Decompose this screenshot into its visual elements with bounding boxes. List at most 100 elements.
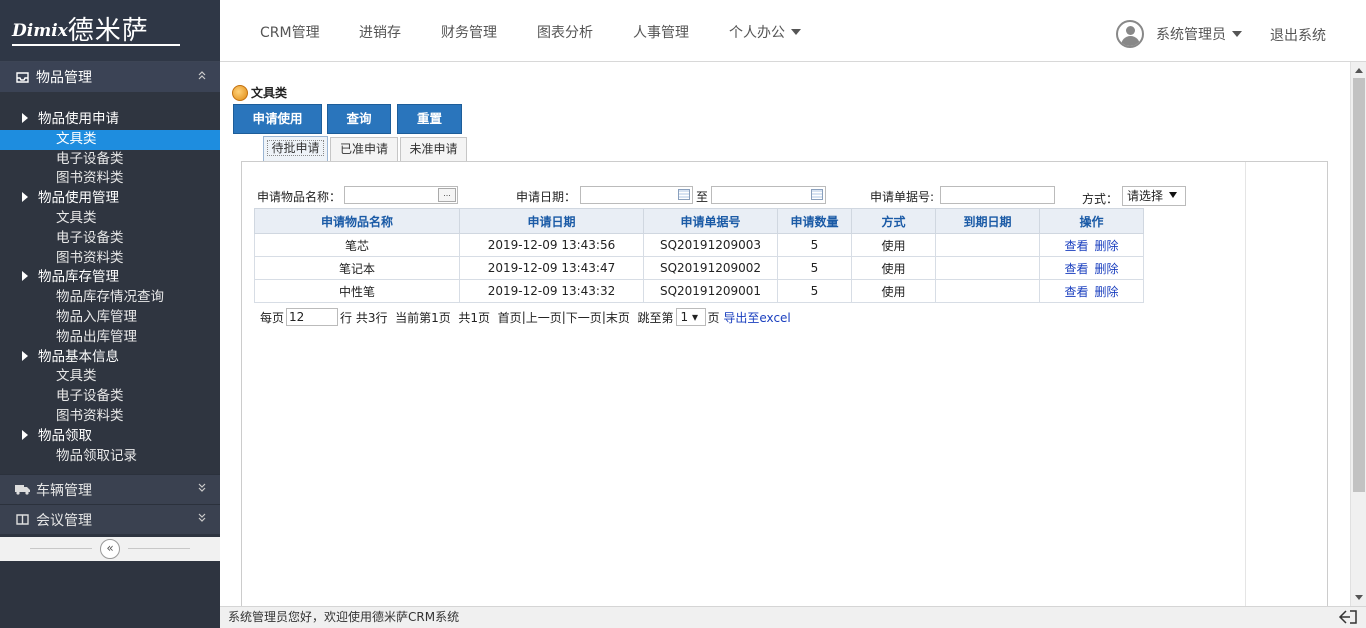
scroll-down-icon[interactable] [1355,595,1363,600]
divider [1245,162,1246,610]
nav-personal-office[interactable]: 个人办公 [729,22,801,42]
tree-group-label: 物品库存管理 [38,269,119,286]
user-name: 系统管理员 [1156,27,1226,43]
reset-button[interactable]: 重置 [397,104,462,134]
cell-doc-no: SQ20191209001 [643,279,778,303]
doc-no-input[interactable] [940,186,1055,204]
tab-pending[interactable]: 待批申请 [263,136,328,162]
menu-header-vehicles[interactable]: 车辆管理 [0,474,220,505]
scroll-up-icon[interactable] [1355,68,1363,73]
view-link[interactable]: 查看 [1064,239,1088,253]
next-page-link[interactable]: 下一页 [566,309,602,326]
col-header-actions: 操作 [1039,208,1144,234]
method-select[interactable]: 请选择 [1122,186,1186,206]
exit-arrow-icon[interactable] [1338,608,1358,626]
delete-link[interactable]: 删除 [1095,262,1119,276]
delete-link[interactable]: 删除 [1095,239,1119,253]
nav-charts[interactable]: 图表分析 [537,22,593,42]
nav-inventory[interactable]: 进销存 [359,22,401,42]
nav-finance[interactable]: 财务管理 [441,22,497,42]
user-menu[interactable]: 系统管理员 [1116,20,1242,48]
select-value: 请选择 [1127,189,1164,203]
tree-item[interactable]: 图书资料类 [0,407,220,427]
tree-group[interactable]: 物品领取 [0,427,220,447]
tree-group[interactable]: 物品使用申请 [0,110,220,130]
col-header-due-date[interactable]: 到期日期 [935,208,1040,234]
chevron-up-icon [198,70,206,83]
cell-due-date [935,256,1040,280]
tree-item[interactable]: 物品领取记录 [0,447,220,467]
expand-triangle-icon [22,350,28,361]
chevron-down-icon [198,483,206,496]
tree-item-stationery-selected[interactable]: 文具类 [0,129,220,150]
tree-item[interactable]: 物品入库管理 [0,308,220,328]
caret-down-icon [791,29,801,35]
scroll-thumb[interactable] [1353,78,1365,492]
nav-label: 个人办公 [729,25,785,41]
apply-use-button[interactable]: 申请使用 [233,104,322,134]
browse-button[interactable]: ... [438,188,456,202]
cell-item-name: 笔记本 [254,256,460,280]
delete-link[interactable]: 删除 [1095,285,1119,299]
calendar-icon[interactable] [678,189,690,200]
col-header-doc-no[interactable]: 申请单据号 [643,208,778,234]
cell-due-date [935,279,1040,303]
tree-group[interactable]: 物品库存管理 [0,268,220,288]
tree-group-label: 物品使用管理 [38,190,119,207]
calendar-icon[interactable] [811,189,823,200]
status-bar: 系统管理员您好，欢迎使用德米萨CRM系统 [220,606,1366,628]
table-row[interactable]: 笔记本 2019-12-09 13:43:47 SQ20191209002 5 … [254,256,1144,280]
applications-table: 申请物品名称 申请日期 申请单据号 申请数量 方式 到期日期 操作 笔芯 201… [254,208,1144,303]
item-name-input[interactable]: ... [344,186,458,204]
query-button[interactable]: 查询 [327,104,391,134]
collapse-sidebar-button[interactable]: « [100,539,120,559]
cell-actions: 查看 删除 [1039,233,1144,257]
tree-item[interactable]: 电子设备类 [0,150,220,170]
tree-item[interactable]: 图书资料类 [0,169,220,189]
vertical-scrollbar[interactable] [1350,62,1366,606]
divider [128,548,190,549]
tree-item[interactable]: 电子设备类 [0,387,220,407]
view-link[interactable]: 查看 [1064,285,1088,299]
view-link[interactable]: 查看 [1064,262,1088,276]
tree-group[interactable]: 物品使用管理 [0,189,220,209]
tree-item[interactable]: 图书资料类 [0,249,220,269]
cell-method: 使用 [851,233,936,257]
tree-item[interactable]: 电子设备类 [0,229,220,249]
per-page-input[interactable]: 12 [286,308,339,326]
menu-header-label: 物品管理 [36,70,92,86]
tree-group[interactable]: 物品基本信息 [0,348,220,368]
table-row[interactable]: 笔芯 2019-12-09 13:43:56 SQ20191209003 5 使… [254,233,1144,257]
col-header-item-name[interactable]: 申请物品名称 [254,208,460,234]
col-header-method[interactable]: 方式 [851,208,936,234]
col-header-qty[interactable]: 申请数量 [777,208,852,234]
select-arrow-icon [1169,192,1177,198]
last-page-link[interactable]: 末页 [606,309,630,326]
nav-crm[interactable]: CRM管理 [260,22,320,42]
col-header-date[interactable]: 申请日期 [459,208,644,234]
menu-header-meetings[interactable]: 会议管理 [0,504,220,535]
logout-link[interactable]: 退出系统 [1270,25,1326,45]
tab-rejected[interactable]: 未准申请 [400,137,467,161]
date-from-input[interactable] [580,186,693,204]
date-to-input[interactable] [711,186,826,204]
jump-page-select[interactable]: 1 ▾ [675,308,706,326]
first-page-link[interactable]: 首页 [498,309,522,326]
truck-icon [14,483,30,497]
tree-item[interactable]: 物品库存情况查询 [0,288,220,308]
table-row[interactable]: 中性笔 2019-12-09 13:43:32 SQ20191209001 5 … [254,279,1144,303]
main-content: 文具类 申请使用 查询 重置 待批申请 已准申请 未准申请 申请物品名称： ..… [220,62,1350,611]
welcome-text: 系统管理员您好，欢迎使用德米萨CRM系统 [228,610,460,624]
cell-item-name: 笔芯 [254,233,460,257]
tree-item[interactable]: 文具类 [0,209,220,229]
menu-header-items[interactable]: 物品管理 [0,62,220,92]
nav-hr[interactable]: 人事管理 [633,22,689,42]
tree-item[interactable]: 物品出库管理 [0,328,220,348]
tree-item[interactable]: 文具类 [0,367,220,387]
export-excel-link[interactable]: 导出至excel [723,309,790,326]
logo-text: Dimix德米萨 [12,10,149,47]
prev-page-link[interactable]: 上一页 [526,309,562,326]
pagination: 每页 12 行 共3行 当前第1页 共1页 首页 | 上一页 | 下一页 | 末页 跳至第 … [260,308,791,326]
per-page-label: 每页 [260,310,285,325]
tab-approved[interactable]: 已准申请 [330,137,398,161]
